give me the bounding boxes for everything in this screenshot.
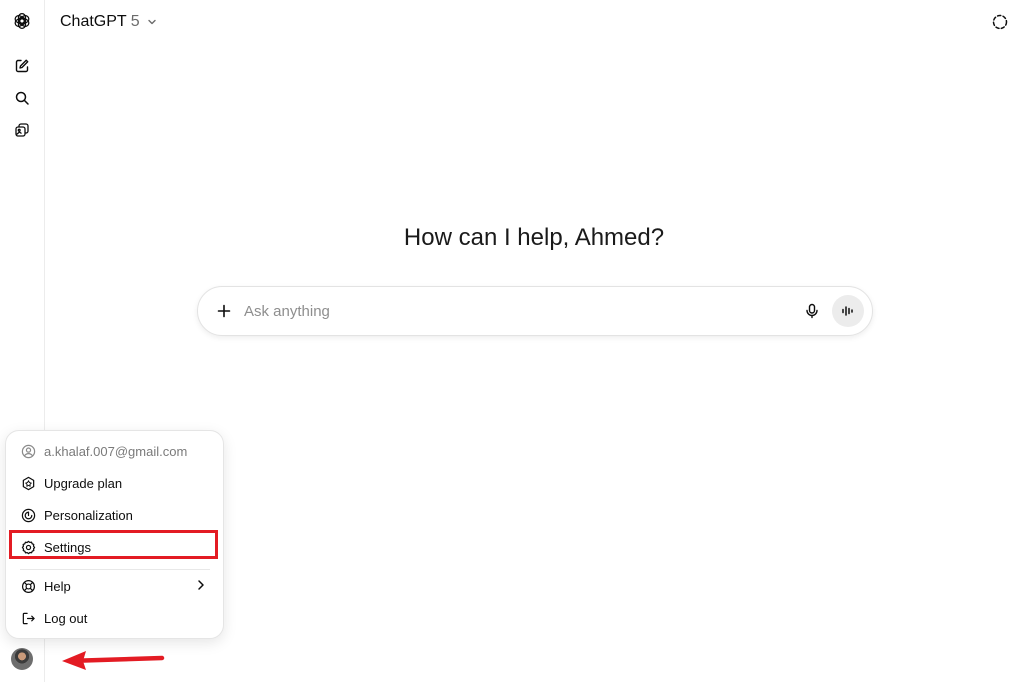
- plus-icon: [216, 303, 232, 319]
- menu-item-personalization[interactable]: Personalization: [11, 501, 218, 529]
- account-email-item: a.khalaf.007@gmail.com: [11, 437, 218, 465]
- new-chat-icon[interactable]: [8, 52, 36, 80]
- menu-item-label: Personalization: [44, 507, 133, 523]
- voice-waveform-icon: [840, 303, 856, 319]
- account-email: a.khalaf.007@gmail.com: [44, 443, 188, 459]
- menu-item-settings[interactable]: Settings: [11, 533, 218, 561]
- chevron-right-icon: [194, 578, 208, 595]
- greeting-heading: How can I help, Ahmed?: [403, 224, 665, 251]
- search-icon[interactable]: [8, 84, 36, 112]
- library-images-icon[interactable]: [8, 116, 36, 144]
- voice-mode-button[interactable]: [832, 295, 864, 327]
- menu-item-upgrade-plan[interactable]: Upgrade plan: [11, 469, 218, 497]
- account-menu: a.khalaf.007@gmail.com Upgrade plan Pers…: [5, 430, 224, 639]
- arrow-annotation: [58, 648, 168, 677]
- chevron-down-icon: [146, 16, 158, 28]
- user-circle-icon: [20, 443, 36, 459]
- add-attachment-button[interactable]: [210, 297, 238, 325]
- temporary-chat-icon[interactable]: [986, 8, 1014, 36]
- menu-item-help[interactable]: Help: [11, 572, 218, 600]
- model-version: 5: [130, 13, 140, 30]
- avatar[interactable]: [11, 648, 33, 670]
- model-name: ChatGPT: [60, 13, 127, 30]
- menu-item-label: Log out: [44, 610, 88, 626]
- personalization-icon: [20, 507, 36, 523]
- dictate-button[interactable]: [798, 297, 826, 325]
- microphone-icon: [804, 303, 820, 319]
- menu-item-label: Upgrade plan: [44, 475, 123, 491]
- gear-icon: [20, 539, 36, 555]
- model-switcher[interactable]: ChatGPT 5: [52, 8, 166, 36]
- logout-icon: [20, 610, 36, 626]
- menu-item-label: Settings: [44, 539, 91, 555]
- help-icon: [20, 578, 36, 594]
- app-window: ChatGPT 5 How can I help, Ahmed? Ask any…: [0, 0, 1024, 682]
- upgrade-icon: [20, 475, 36, 491]
- composer: [197, 286, 873, 336]
- menu-item-log-out[interactable]: Log out: [11, 604, 218, 632]
- menu-divider: [20, 569, 210, 570]
- menu-item-label: Help: [44, 578, 71, 594]
- openai-logo-icon[interactable]: [8, 7, 36, 35]
- prompt-input[interactable]: [244, 299, 764, 323]
